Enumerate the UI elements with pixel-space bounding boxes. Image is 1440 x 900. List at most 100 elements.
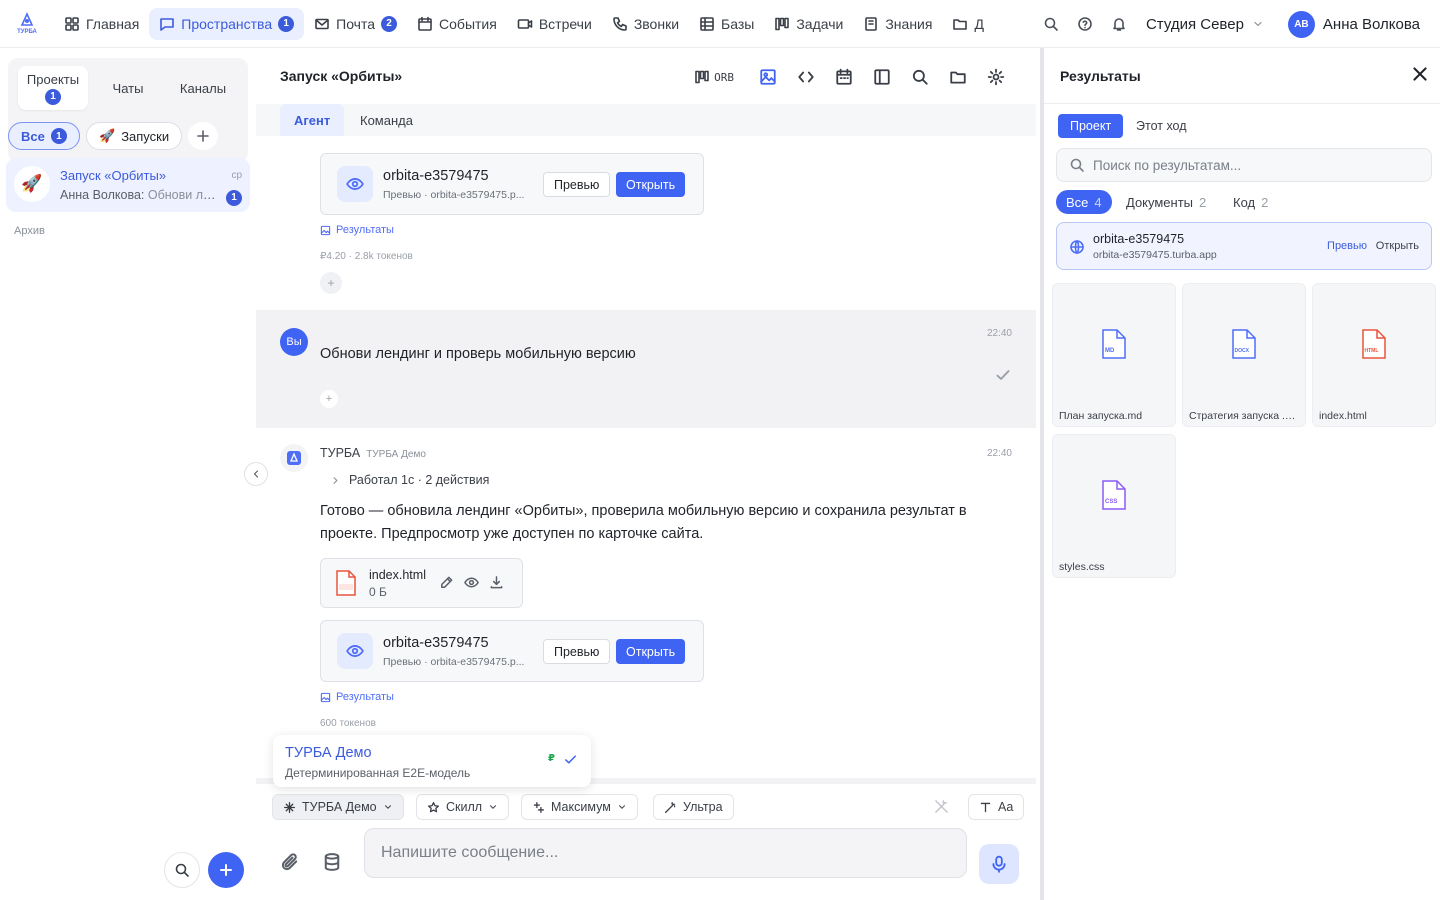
orb-button[interactable]: ORB [694, 69, 734, 85]
results-search-placeholder: Поиск по результатам... [1093, 157, 1242, 173]
results-filter-code-label: Код [1233, 194, 1256, 210]
results-link[interactable]: Результаты [320, 224, 394, 236]
skill-select[interactable]: Скилл [416, 794, 510, 820]
tab-channels-label: Каналы [179, 80, 227, 96]
message-input[interactable]: Напишите сообщение... [364, 828, 967, 878]
download-icon[interactable] [489, 575, 504, 590]
nav-databases[interactable]: Базы [689, 8, 764, 40]
nav-tasks[interactable]: Задачи [764, 8, 853, 40]
sparkle-icon [533, 801, 545, 813]
paperclip-icon [281, 853, 298, 871]
app-logo[interactable]: ТУРБА [0, 12, 54, 35]
add-reaction-button[interactable]: + [320, 390, 338, 408]
chat-icon [160, 17, 175, 31]
settings-button[interactable] [980, 61, 1012, 93]
tab-channels[interactable]: Каналы [168, 66, 238, 110]
filter-all-label: Все [21, 128, 45, 144]
images-button[interactable] [752, 61, 784, 93]
calendar-button[interactable] [828, 61, 860, 93]
image-icon [320, 692, 331, 702]
nav-spaces[interactable]: Пространства 1 [149, 7, 305, 40]
nav-calls[interactable]: Звонки [602, 8, 689, 40]
open-button[interactable]: Открыть [616, 639, 686, 664]
site-card-name: orbita-e3579475 [383, 168, 489, 184]
close-icon [1413, 67, 1427, 81]
list-item[interactable]: 🚀 Запуск «Орбиты» Анна Волкова: Обнови л… [6, 158, 250, 212]
add-reaction-button[interactable]: + [320, 272, 342, 294]
nav-meetings[interactable]: Встречи [507, 8, 602, 40]
add-filter-button[interactable] [188, 122, 218, 150]
file-tile[interactable]: MD План запуска.md [1052, 283, 1176, 427]
results-filter-code[interactable]: Код 2 [1233, 190, 1268, 214]
site-preview-link[interactable]: Превью [1327, 240, 1367, 252]
file-tile[interactable]: CSS styles.css [1052, 434, 1176, 578]
tab-chats[interactable]: Чаты [98, 66, 158, 110]
open-button[interactable]: Открыть [616, 172, 686, 197]
model-select[interactable]: ТУРБА Демо [272, 794, 404, 820]
nav-knowledge[interactable]: Знания [853, 8, 942, 40]
preview-button[interactable]: Превью [543, 639, 611, 664]
model-option-title[interactable]: ТУРБА Демо [285, 745, 372, 761]
font-button[interactable]: Aa [968, 794, 1025, 820]
close-button[interactable] [1410, 64, 1430, 84]
chat-header: Запуск «Орбиты» ORB [256, 48, 1036, 104]
filter-all[interactable]: Все 1 [8, 122, 80, 150]
results-search-input[interactable]: Поиск по результатам... [1056, 148, 1432, 182]
svg-text:DOCX: DOCX [1235, 348, 1250, 354]
site-card: orbita-e3579475 Превью · orbita-e3579475… [320, 620, 704, 682]
site-open-link[interactable]: Открыть [1376, 240, 1419, 252]
files-button[interactable] [942, 61, 974, 93]
help-button[interactable] [1068, 7, 1102, 41]
file-tile-name: index.html [1319, 410, 1367, 422]
results-filter-docs-label: Документы [1126, 194, 1194, 210]
results-link[interactable]: Результаты [320, 691, 394, 703]
file-attachment[interactable]: index.html 0 Б [320, 558, 523, 608]
results-tab-turn[interactable]: Этот ход [1124, 114, 1199, 138]
ultra-toggle[interactable]: Ультра [653, 794, 734, 820]
tab-agent[interactable]: Агент [280, 104, 345, 136]
tab-projects[interactable]: Проекты 1 [18, 66, 88, 110]
calendar-icon [836, 68, 852, 85]
magic-off-icon[interactable] [934, 799, 949, 814]
notifications-button[interactable] [1102, 7, 1136, 41]
file-tile[interactable]: DOCX Стратегия запуска .docx [1182, 283, 1306, 427]
results-site-item[interactable]: orbita-e3579475 orbita-e3579475.turba.ap… [1056, 222, 1432, 270]
user-message-time: 22:40 [986, 328, 1012, 339]
bot-avatar [280, 444, 308, 472]
work-summary-toggle[interactable]: Работал 1с · 2 действия [330, 473, 489, 487]
attach-button[interactable] [280, 852, 300, 872]
nav-mail[interactable]: Почта 2 [304, 8, 407, 40]
code-button[interactable] [790, 61, 822, 93]
results-filter-docs[interactable]: Документы 2 [1126, 190, 1206, 214]
search-button[interactable] [1034, 7, 1068, 41]
preview-button[interactable]: Превью [543, 172, 611, 197]
nav-home[interactable]: Главная [54, 8, 149, 40]
nav-tasks-label: Задачи [796, 15, 844, 32]
file-size: 0 Б [369, 585, 387, 599]
database-button[interactable] [322, 852, 342, 872]
chat-search-button[interactable] [904, 61, 936, 93]
results-filter-all[interactable]: Все 4 [1056, 190, 1112, 214]
effort-select-label: Максимум [551, 800, 611, 814]
new-project-button[interactable] [208, 852, 244, 888]
archive-section[interactable]: Архив [14, 225, 45, 237]
effort-select[interactable]: Максимум [521, 794, 638, 820]
filter-launches[interactable]: 🚀 Запуски [86, 122, 183, 150]
composer: ТУРБА Демо Скилл Максимум Ультра Aa Напи… [256, 778, 1036, 900]
file-tile-name: styles.css [1059, 561, 1105, 573]
nav-docs[interactable]: Д [942, 8, 993, 40]
user-menu[interactable]: АВ Анна Волкова [1287, 10, 1420, 38]
eye-icon[interactable] [464, 575, 479, 590]
voice-button[interactable] [979, 844, 1019, 884]
results-tab-project[interactable]: Проект [1058, 114, 1124, 138]
tab-team[interactable]: Команда [360, 104, 413, 136]
file-tile[interactable]: HTML index.html [1312, 283, 1436, 427]
workspace-switcher[interactable]: Студия Север [1146, 16, 1264, 33]
collapse-sidebar-button[interactable] [244, 462, 268, 486]
edit-icon[interactable] [439, 575, 454, 590]
project-preview: Анна Волкова: Обнови лендинг и проверь м… [60, 188, 218, 202]
sidebar-toggle-button[interactable] [866, 61, 898, 93]
nav-events[interactable]: События [407, 8, 507, 40]
sidebar-search-button[interactable] [164, 852, 200, 888]
skill-select-label: Скилл [446, 800, 483, 814]
